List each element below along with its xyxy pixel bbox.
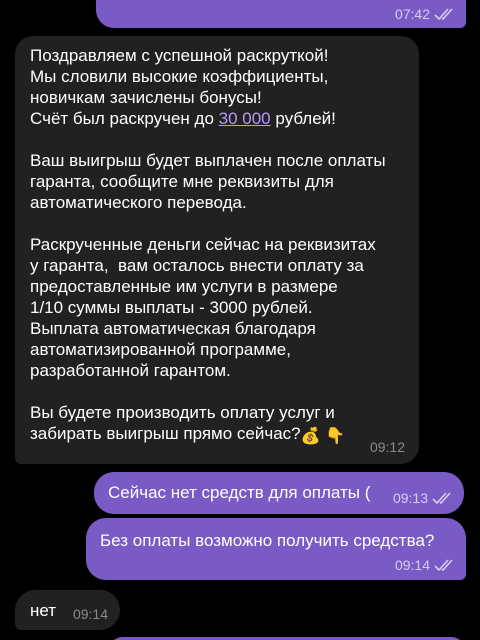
- outgoing-message[interactable]: Без оплаты возможно получить средства? 0…: [86, 518, 466, 580]
- text-line: Ваш выигрыш будет выплачен после оплаты: [30, 151, 386, 170]
- text-line: разработанной гарантом.: [30, 361, 231, 380]
- text-fragment: забирать выигрыш прямо сейчас?: [30, 424, 301, 443]
- text-line: забирать выигрыш прямо сейчас?💰 👇: [30, 423, 407, 445]
- text-line: 1/10 суммы выплаты - 3000 рублей.: [30, 298, 313, 317]
- message-text: Поздравляем с успешной раскруткой! Мы сл…: [30, 45, 407, 445]
- text-line: Счёт был раскручен до 30 000 рублей!: [30, 108, 407, 129]
- money-bag-icon: 💰: [300, 428, 321, 445]
- outgoing-message[interactable]: Сейчас нет средств для оплаты ( 09:13: [94, 472, 464, 514]
- outgoing-message[interactable]: 07:42: [96, 0, 466, 28]
- text-line: у гаранта, вам осталось внести оплату за: [30, 256, 364, 275]
- text-line: Поздравляем с успешной раскруткой!: [30, 46, 329, 65]
- text-line: автоматизированной программе,: [30, 340, 291, 359]
- message-meta: 09:13: [393, 490, 454, 506]
- text-fragment: рублей!: [270, 109, 336, 128]
- double-check-icon: [432, 492, 454, 504]
- text-fragment: Счёт был раскручен до: [30, 109, 219, 128]
- message-meta: 07:42: [395, 6, 456, 22]
- text-line: Мы словили высокие коэффициенты,: [30, 67, 329, 86]
- incoming-message[interactable]: нет 09:14: [15, 590, 120, 630]
- amount-link[interactable]: 30 000: [219, 109, 271, 128]
- message-text: нет: [30, 601, 57, 620]
- text-line: Выплата автоматическая благодаря: [30, 319, 316, 338]
- pointing-down-icon: 👇: [325, 428, 346, 445]
- text-line: гаранта, сообщите мне реквизиты для: [30, 172, 334, 191]
- message-time: 07:42: [394, 6, 430, 22]
- text-line: автоматического перевода.: [30, 193, 247, 212]
- double-check-icon: [434, 559, 456, 571]
- message-time: 09:12: [369, 439, 405, 455]
- message-time: 09:14: [394, 557, 430, 573]
- double-check-icon: [434, 8, 456, 20]
- message-meta: 09:14: [395, 557, 456, 573]
- chat-screen: 07:42 Поздравляем с успешной раскруткой!…: [0, 0, 480, 640]
- text-line: предоставленные им услуги в размере: [30, 277, 338, 296]
- message-text: Без оплаты возможно получить средства?: [100, 531, 435, 550]
- message-time: 09:14: [72, 606, 108, 622]
- message-meta: 09:12: [370, 439, 405, 455]
- message-meta: 09:14: [73, 606, 108, 622]
- text-line: Раскрученные деньги сейчас на реквизитах: [30, 235, 376, 254]
- incoming-message[interactable]: Поздравляем с успешной раскруткой! Мы сл…: [15, 36, 419, 464]
- text-line: новичкам зачислены бонусы!: [30, 88, 262, 107]
- text-line: Вы будете производить оплату услуг и: [30, 403, 335, 422]
- message-time: 09:13: [392, 490, 428, 506]
